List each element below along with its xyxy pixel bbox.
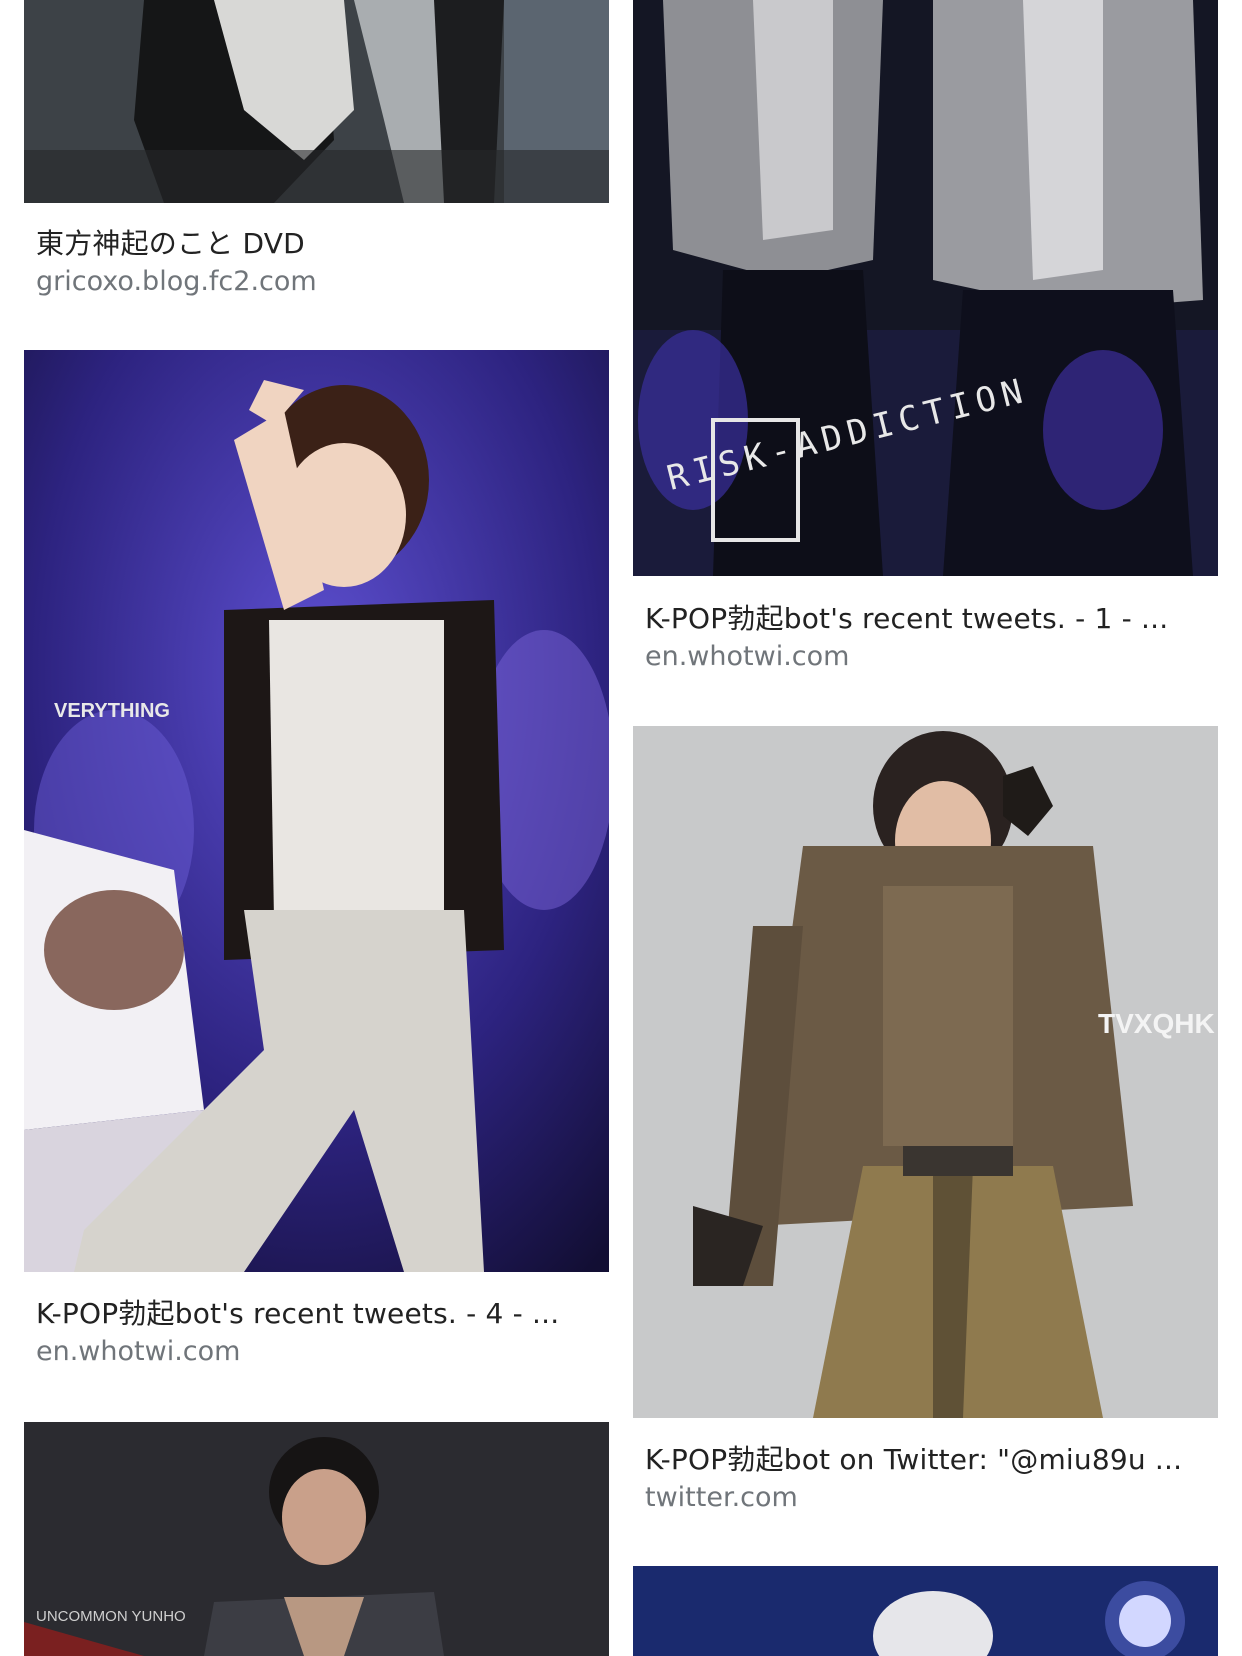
result-thumbnail[interactable]: UNCOMMON YUNHO (24, 1422, 609, 1656)
result-title[interactable]: K-POP勃起bot on Twitter: "@miu89u ... (645, 1438, 1205, 1478)
result-title[interactable]: K-POP勃起bot's recent tweets. - 4 - ... (36, 1292, 596, 1332)
result-source: gricoxo.blog.fc2.com (36, 266, 317, 297)
watermark-text: VERYTHING (54, 700, 170, 722)
result-source: en.whotwi.com (645, 641, 850, 672)
result-source: en.whotwi.com (36, 1336, 241, 1367)
result-source: twitter.com (645, 1482, 798, 1513)
result-title[interactable]: 東方神起のこと DVD (36, 222, 596, 262)
result-thumbnail[interactable] (24, 0, 609, 203)
watermark-text: TVXQHK (1098, 1008, 1215, 1039)
result-thumbnail[interactable]: TVXQHK (633, 726, 1218, 1418)
result-title[interactable]: K-POP勃起bot's recent tweets. - 1 - ... (645, 597, 1205, 637)
result-thumbnail[interactable] (633, 1566, 1218, 1656)
result-thumbnail[interactable]: RISK-ADDICTION (633, 0, 1218, 576)
result-thumbnail[interactable]: VERYTHING (24, 350, 609, 1272)
watermark-text: UNCOMMON YUNHO (36, 1608, 186, 1625)
